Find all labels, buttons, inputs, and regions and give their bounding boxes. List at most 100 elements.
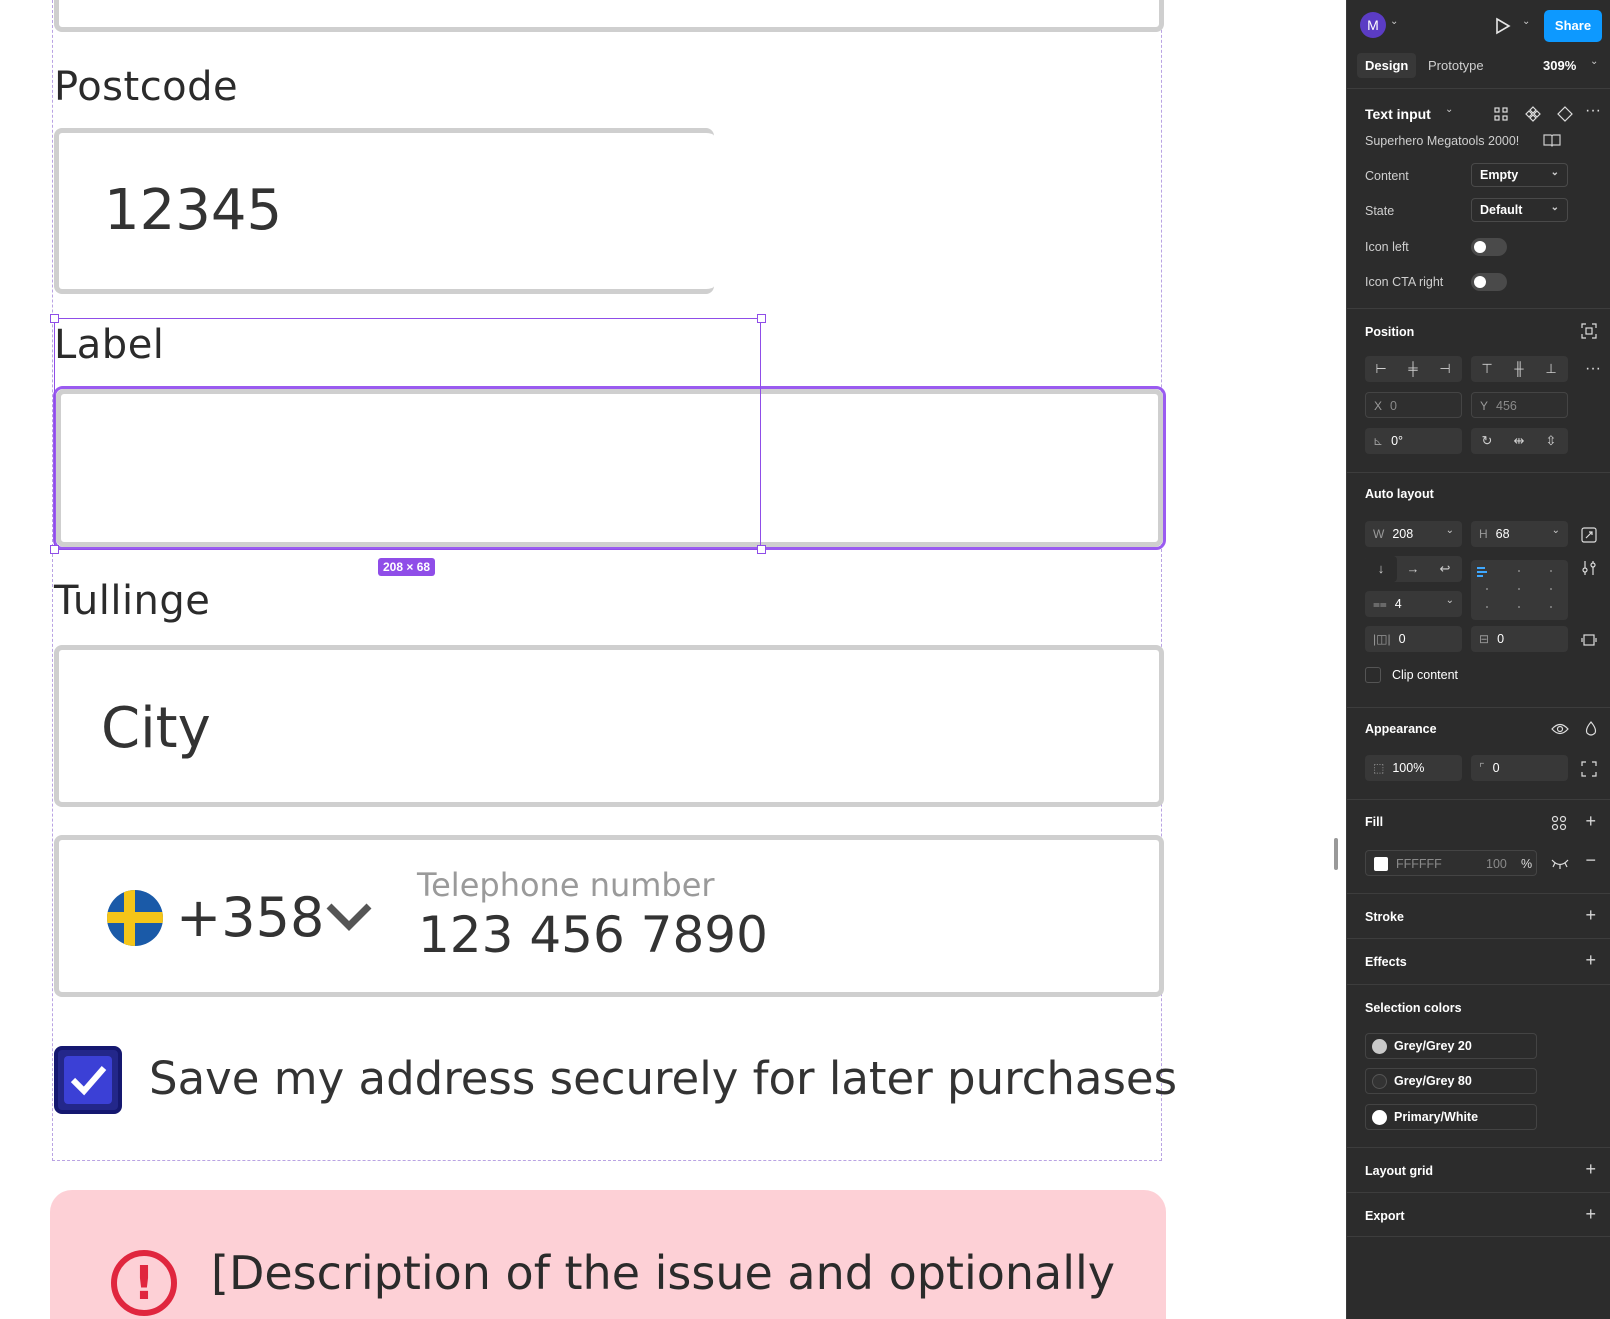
independent-corners-icon[interactable] <box>1581 761 1597 777</box>
height-field[interactable]: H 68 ⌄ <box>1471 521 1568 547</box>
resize-to-fit-icon[interactable] <box>1581 527 1597 543</box>
styles-icon[interactable] <box>1551 815 1567 831</box>
fill-opacity-pct: % <box>1521 857 1533 871</box>
corner-radius-field[interactable]: ⌜ 0 <box>1471 755 1568 781</box>
resize-handle-tl[interactable] <box>50 314 59 323</box>
selection-color-grey-80[interactable]: Grey/Grey 80 <box>1365 1068 1537 1094</box>
icon-cta-right-toggle[interactable] <box>1471 273 1507 291</box>
align-top-icon[interactable]: ⊤ <box>1471 356 1503 382</box>
sweden-flag-icon[interactable] <box>107 890 163 946</box>
hidden-eye-icon[interactable] <box>1551 857 1569 869</box>
direction-vertical-icon[interactable]: ↓ <box>1365 556 1397 582</box>
share-button[interactable]: Share <box>1544 10 1602 42</box>
detach-instance-icon[interactable] <box>1557 106 1573 122</box>
horizontal-padding-field[interactable]: |◫| 0 <box>1365 626 1462 652</box>
frame-selection-icon[interactable] <box>1581 323 1597 339</box>
individual-padding-icon[interactable] <box>1581 632 1597 648</box>
align-right-icon[interactable]: ⊣ <box>1429 356 1461 382</box>
align-center-h-icon[interactable]: ╪ <box>1397 356 1429 382</box>
component-icon[interactable] <box>1525 106 1541 122</box>
eye-icon[interactable] <box>1551 722 1569 736</box>
direction-group[interactable]: ↓ → ↩ <box>1365 556 1462 582</box>
w-label: W <box>1373 527 1385 541</box>
vertical-padding-field[interactable]: ⊟ 0 <box>1471 626 1568 652</box>
avatar-chevron-icon[interactable]: ⌄ <box>1390 16 1398 27</box>
width-field[interactable]: W 208 ⌄ <box>1365 521 1462 547</box>
add-export-icon[interactable]: + <box>1585 1204 1596 1225</box>
chevron-down-icon[interactable] <box>325 902 373 932</box>
effects-title: Effects <box>1365 955 1407 969</box>
more-options-icon[interactable]: ··· <box>1585 102 1601 120</box>
postcode-label: Postcode <box>54 64 239 110</box>
selection-color-name: Grey/Grey 20 <box>1394 1039 1472 1053</box>
add-fill-icon[interactable]: + <box>1585 811 1596 832</box>
phone-prefix[interactable]: +358 <box>176 886 324 949</box>
blend-mode-icon[interactable] <box>1584 721 1598 737</box>
y-label: Y <box>1480 399 1489 413</box>
tab-design[interactable]: Design <box>1357 53 1417 78</box>
panel-resize-handle[interactable] <box>1334 838 1338 870</box>
selection-box[interactable] <box>54 318 761 550</box>
transform-group[interactable]: ↻ ⇹ ⇳ <box>1471 428 1568 454</box>
play-chevron-icon[interactable]: ⌄ <box>1522 16 1530 27</box>
resize-handle-tr[interactable] <box>757 314 766 323</box>
add-effect-icon[interactable]: + <box>1585 950 1596 971</box>
x-field[interactable]: X0 <box>1365 392 1462 418</box>
stroke-title: Stroke <box>1365 910 1404 924</box>
y-field[interactable]: Y 456 <box>1471 392 1568 418</box>
clip-content-checkbox[interactable] <box>1365 667 1381 683</box>
direction-horizontal-icon[interactable]: → <box>1397 556 1429 582</box>
zoom-level[interactable]: 309% <box>1543 58 1576 73</box>
align-middle-icon[interactable]: ╫ <box>1503 356 1535 382</box>
content-dropdown[interactable]: Empty ⌄ <box>1471 163 1568 187</box>
pad-h-value: 0 <box>1398 632 1406 646</box>
book-icon[interactable] <box>1543 133 1561 147</box>
zoom-chevron-icon[interactable]: ⌄ <box>1590 56 1598 67</box>
save-address-text: Save my address securely for later purch… <box>149 1052 1178 1105</box>
selection-color-grey-20[interactable]: Grey/Grey 20 <box>1365 1033 1537 1059</box>
rotation-field[interactable]: ⊾ 0° <box>1365 428 1462 454</box>
resize-handle-bl[interactable] <box>50 545 59 554</box>
component-chevron-icon[interactable]: ⌄ <box>1445 104 1453 115</box>
selection-color-name: Grey/Grey 80 <box>1394 1074 1472 1088</box>
color-swatch <box>1372 1074 1387 1089</box>
resize-handle-br[interactable] <box>757 545 766 554</box>
fill-opacity-value[interactable]: 100 <box>1486 857 1507 871</box>
address-input[interactable] <box>54 0 1164 32</box>
layout-settings-icon[interactable] <box>1581 560 1597 576</box>
position-title: Position <box>1365 325 1415 339</box>
flip-vertical-icon[interactable]: ⇳ <box>1535 428 1567 454</box>
add-layout-grid-icon[interactable]: + <box>1585 1159 1596 1180</box>
horizontal-align-group[interactable]: ⊢ ╪ ⊣ <box>1365 356 1462 382</box>
align-top-left-icon[interactable] <box>1477 566 1487 577</box>
alignment-grid[interactable] <box>1471 560 1568 620</box>
align-left-icon[interactable]: ⊢ <box>1365 356 1397 382</box>
selection-color-primary-white[interactable]: Primary/White <box>1365 1104 1537 1130</box>
rotate-icon[interactable]: ↻ <box>1471 428 1503 454</box>
more-align-icon[interactable]: ··· <box>1585 360 1601 378</box>
selection-colors-title: Selection colors <box>1365 1001 1462 1015</box>
avatar[interactable]: M <box>1360 12 1386 38</box>
vertical-align-group[interactable]: ⊤ ╫ ⊥ <box>1471 356 1568 382</box>
state-dropdown[interactable]: Default ⌄ <box>1471 198 1568 222</box>
play-icon[interactable] <box>1495 17 1511 35</box>
flip-horizontal-icon[interactable]: ⇹ <box>1503 428 1535 454</box>
align-bottom-icon[interactable]: ⊥ <box>1535 356 1567 382</box>
state-label: State <box>1365 204 1395 218</box>
grid-icon[interactable] <box>1493 106 1509 122</box>
properties-panel: M ⌄ ⌄ Share Design Prototype 309% ⌄ Text… <box>1346 0 1610 1319</box>
opacity-field[interactable]: ⬚ 100% <box>1365 755 1462 781</box>
tab-prototype[interactable]: Prototype <box>1428 58 1484 73</box>
component-name[interactable]: Text input <box>1365 106 1431 122</box>
fill-hex-field[interactable]: FFFFFF 100 % <box>1365 850 1537 876</box>
wrap-icon[interactable]: ↩ <box>1429 556 1461 582</box>
save-address-checkbox[interactable] <box>54 1046 122 1114</box>
city-input[interactable] <box>54 645 1164 807</box>
content-label: Content <box>1365 169 1409 183</box>
design-canvas[interactable]: Postcode 12345 Label 208 × 68 Tullinge C… <box>0 0 1346 1319</box>
remove-fill-icon[interactable]: − <box>1585 850 1596 871</box>
icon-left-toggle[interactable] <box>1471 238 1507 256</box>
fill-swatch[interactable] <box>1374 857 1388 871</box>
add-stroke-icon[interactable]: + <box>1585 905 1596 926</box>
gap-field[interactable]: ⩵ 4 ⌄ <box>1365 591 1462 617</box>
